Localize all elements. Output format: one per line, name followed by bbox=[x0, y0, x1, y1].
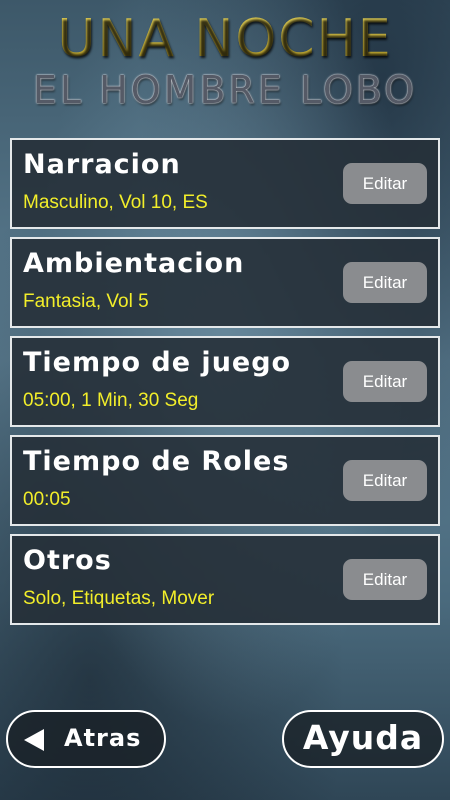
setting-card-narracion: Narracion Masculino, Vol 10, ES Editar bbox=[10, 138, 440, 229]
help-button[interactable]: Ayuda bbox=[282, 710, 444, 768]
settings-list: Narracion Masculino, Vol 10, ES Editar A… bbox=[10, 138, 440, 633]
app-title-line1: UNA NOCHE bbox=[0, 10, 450, 68]
back-button-label: Atras bbox=[64, 724, 142, 752]
setting-value: Solo, Etiquetas, Mover bbox=[23, 588, 215, 609]
setting-value: 05:00, 1 Min, 30 Seg bbox=[23, 390, 199, 411]
setting-value: Masculino, Vol 10, ES bbox=[23, 192, 208, 213]
setting-card-otros: Otros Solo, Etiquetas, Mover Editar bbox=[10, 534, 440, 625]
left-triangle-icon bbox=[24, 729, 44, 751]
edit-otros-button[interactable]: Editar bbox=[343, 559, 427, 600]
edit-ambientacion-button[interactable]: Editar bbox=[343, 262, 427, 303]
setting-title: Otros bbox=[23, 545, 112, 576]
help-button-label: Ayuda bbox=[302, 718, 424, 757]
setting-value: 00:05 bbox=[23, 489, 71, 510]
setting-card-ambientacion: Ambientacion Fantasia, Vol 5 Editar bbox=[10, 237, 440, 328]
edit-tiempo-de-roles-button[interactable]: Editar bbox=[343, 460, 427, 501]
app-title-line2: EL HOMBRE LOBO bbox=[32, 68, 418, 112]
setting-value: Fantasia, Vol 5 bbox=[23, 291, 149, 312]
edit-tiempo-de-juego-button[interactable]: Editar bbox=[343, 361, 427, 402]
setting-title: Tiempo de Roles bbox=[23, 446, 290, 477]
setting-title: Ambientacion bbox=[23, 248, 245, 279]
setting-card-tiempo-de-juego: Tiempo de juego 05:00, 1 Min, 30 Seg Edi… bbox=[10, 336, 440, 427]
setting-title: Tiempo de juego bbox=[23, 347, 292, 378]
back-button[interactable]: Atras bbox=[6, 710, 166, 768]
edit-narracion-button[interactable]: Editar bbox=[343, 163, 427, 204]
setting-card-tiempo-de-roles: Tiempo de Roles 00:05 Editar bbox=[10, 435, 440, 526]
app-header: UNA NOCHE EL HOMBRE LOBO bbox=[0, 10, 450, 110]
setting-title: Narracion bbox=[23, 149, 181, 180]
